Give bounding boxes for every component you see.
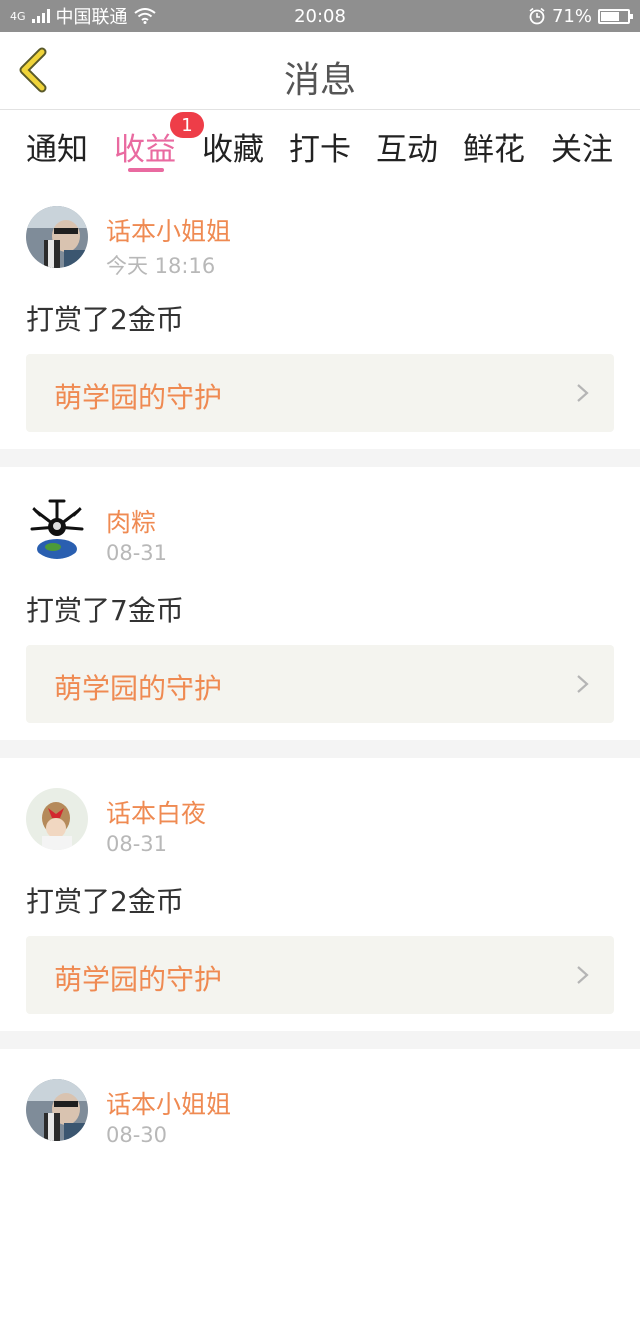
message-text: 打赏了2金币	[26, 885, 184, 918]
message-card: 话本小姐姐 08-30	[0, 1049, 640, 1322]
work-title: 萌学园的守护	[54, 381, 223, 414]
message-card: 肉粽 08-31 打赏了7金币 萌学园的守护	[0, 467, 640, 740]
page-title: 消息	[283, 60, 356, 101]
chevron-right-icon	[577, 384, 589, 402]
active-tab-indicator	[128, 168, 164, 172]
nav-bar: 消息	[0, 32, 640, 110]
username[interactable]: 话本小姐姐	[106, 1085, 231, 1121]
message-feed: 话本小姐姐 今天 18:16 打赏了2金币 萌学园的守护 肉粽 08-31 打赏…	[0, 176, 640, 1322]
battery-fill	[601, 11, 619, 21]
message-card: 话本白夜 08-31 打赏了2金币 萌学园的守护	[0, 758, 640, 1031]
battery-icon	[598, 8, 633, 24]
work-title: 萌学园的守护	[54, 963, 223, 996]
tab-favorites[interactable]: 收藏	[202, 124, 264, 169]
status-bar: 4G 中国联通 20:08 71%	[0, 0, 640, 32]
signal-icon	[31, 9, 50, 23]
work-link[interactable]: 萌学园的守护	[26, 645, 614, 723]
work-link[interactable]: 萌学园的守护	[26, 354, 614, 432]
timestamp: 今天 18:16	[106, 254, 216, 278]
divider	[0, 740, 640, 758]
work-link[interactable]: 萌学园的守护	[26, 936, 614, 1014]
timestamp: 08-31	[106, 832, 168, 856]
chevron-right-icon	[577, 966, 589, 984]
tab-following[interactable]: 关注	[551, 124, 613, 169]
tab-earnings[interactable]: 收益 1	[114, 112, 204, 169]
status-left: 4G 中国联通	[10, 3, 156, 29]
avatar[interactable]	[26, 1079, 88, 1141]
message-text: 打赏了2金币	[26, 303, 184, 336]
unread-badge: 1	[170, 112, 204, 138]
status-right: 71%	[528, 5, 633, 27]
network-type: 4G	[10, 9, 26, 23]
timestamp: 08-30	[106, 1123, 168, 1147]
tab-checkin[interactable]: 打卡	[289, 124, 351, 169]
timestamp: 08-31	[106, 541, 168, 565]
chevron-right-icon	[577, 675, 589, 693]
avatar[interactable]	[26, 788, 88, 850]
battery-percent: 71%	[551, 5, 592, 27]
carrier-name: 中国联通	[55, 7, 128, 28]
work-title: 萌学园的守护	[54, 672, 223, 705]
tab-notifications[interactable]: 通知	[26, 124, 88, 169]
tab-flowers[interactable]: 鲜花	[463, 124, 525, 169]
divider	[0, 449, 640, 467]
username[interactable]: 肉粽	[106, 503, 156, 539]
username[interactable]: 话本白夜	[106, 794, 206, 830]
tab-bar: 通知 收益 1 收藏 打卡 互动 鲜花 关注	[0, 110, 640, 176]
message-text: 打赏了7金币	[26, 594, 184, 627]
avatar[interactable]	[26, 497, 88, 559]
tab-earnings-label: 收益	[114, 132, 176, 168]
divider	[0, 1031, 640, 1049]
message-card: 话本小姐姐 今天 18:16 打赏了2金币 萌学园的守护	[0, 176, 640, 449]
avatar[interactable]	[26, 206, 88, 268]
tab-interactions[interactable]: 互动	[376, 124, 438, 169]
wifi-icon	[133, 8, 156, 24]
username[interactable]: 话本小姐姐	[106, 212, 231, 248]
alarm-icon	[529, 7, 545, 25]
